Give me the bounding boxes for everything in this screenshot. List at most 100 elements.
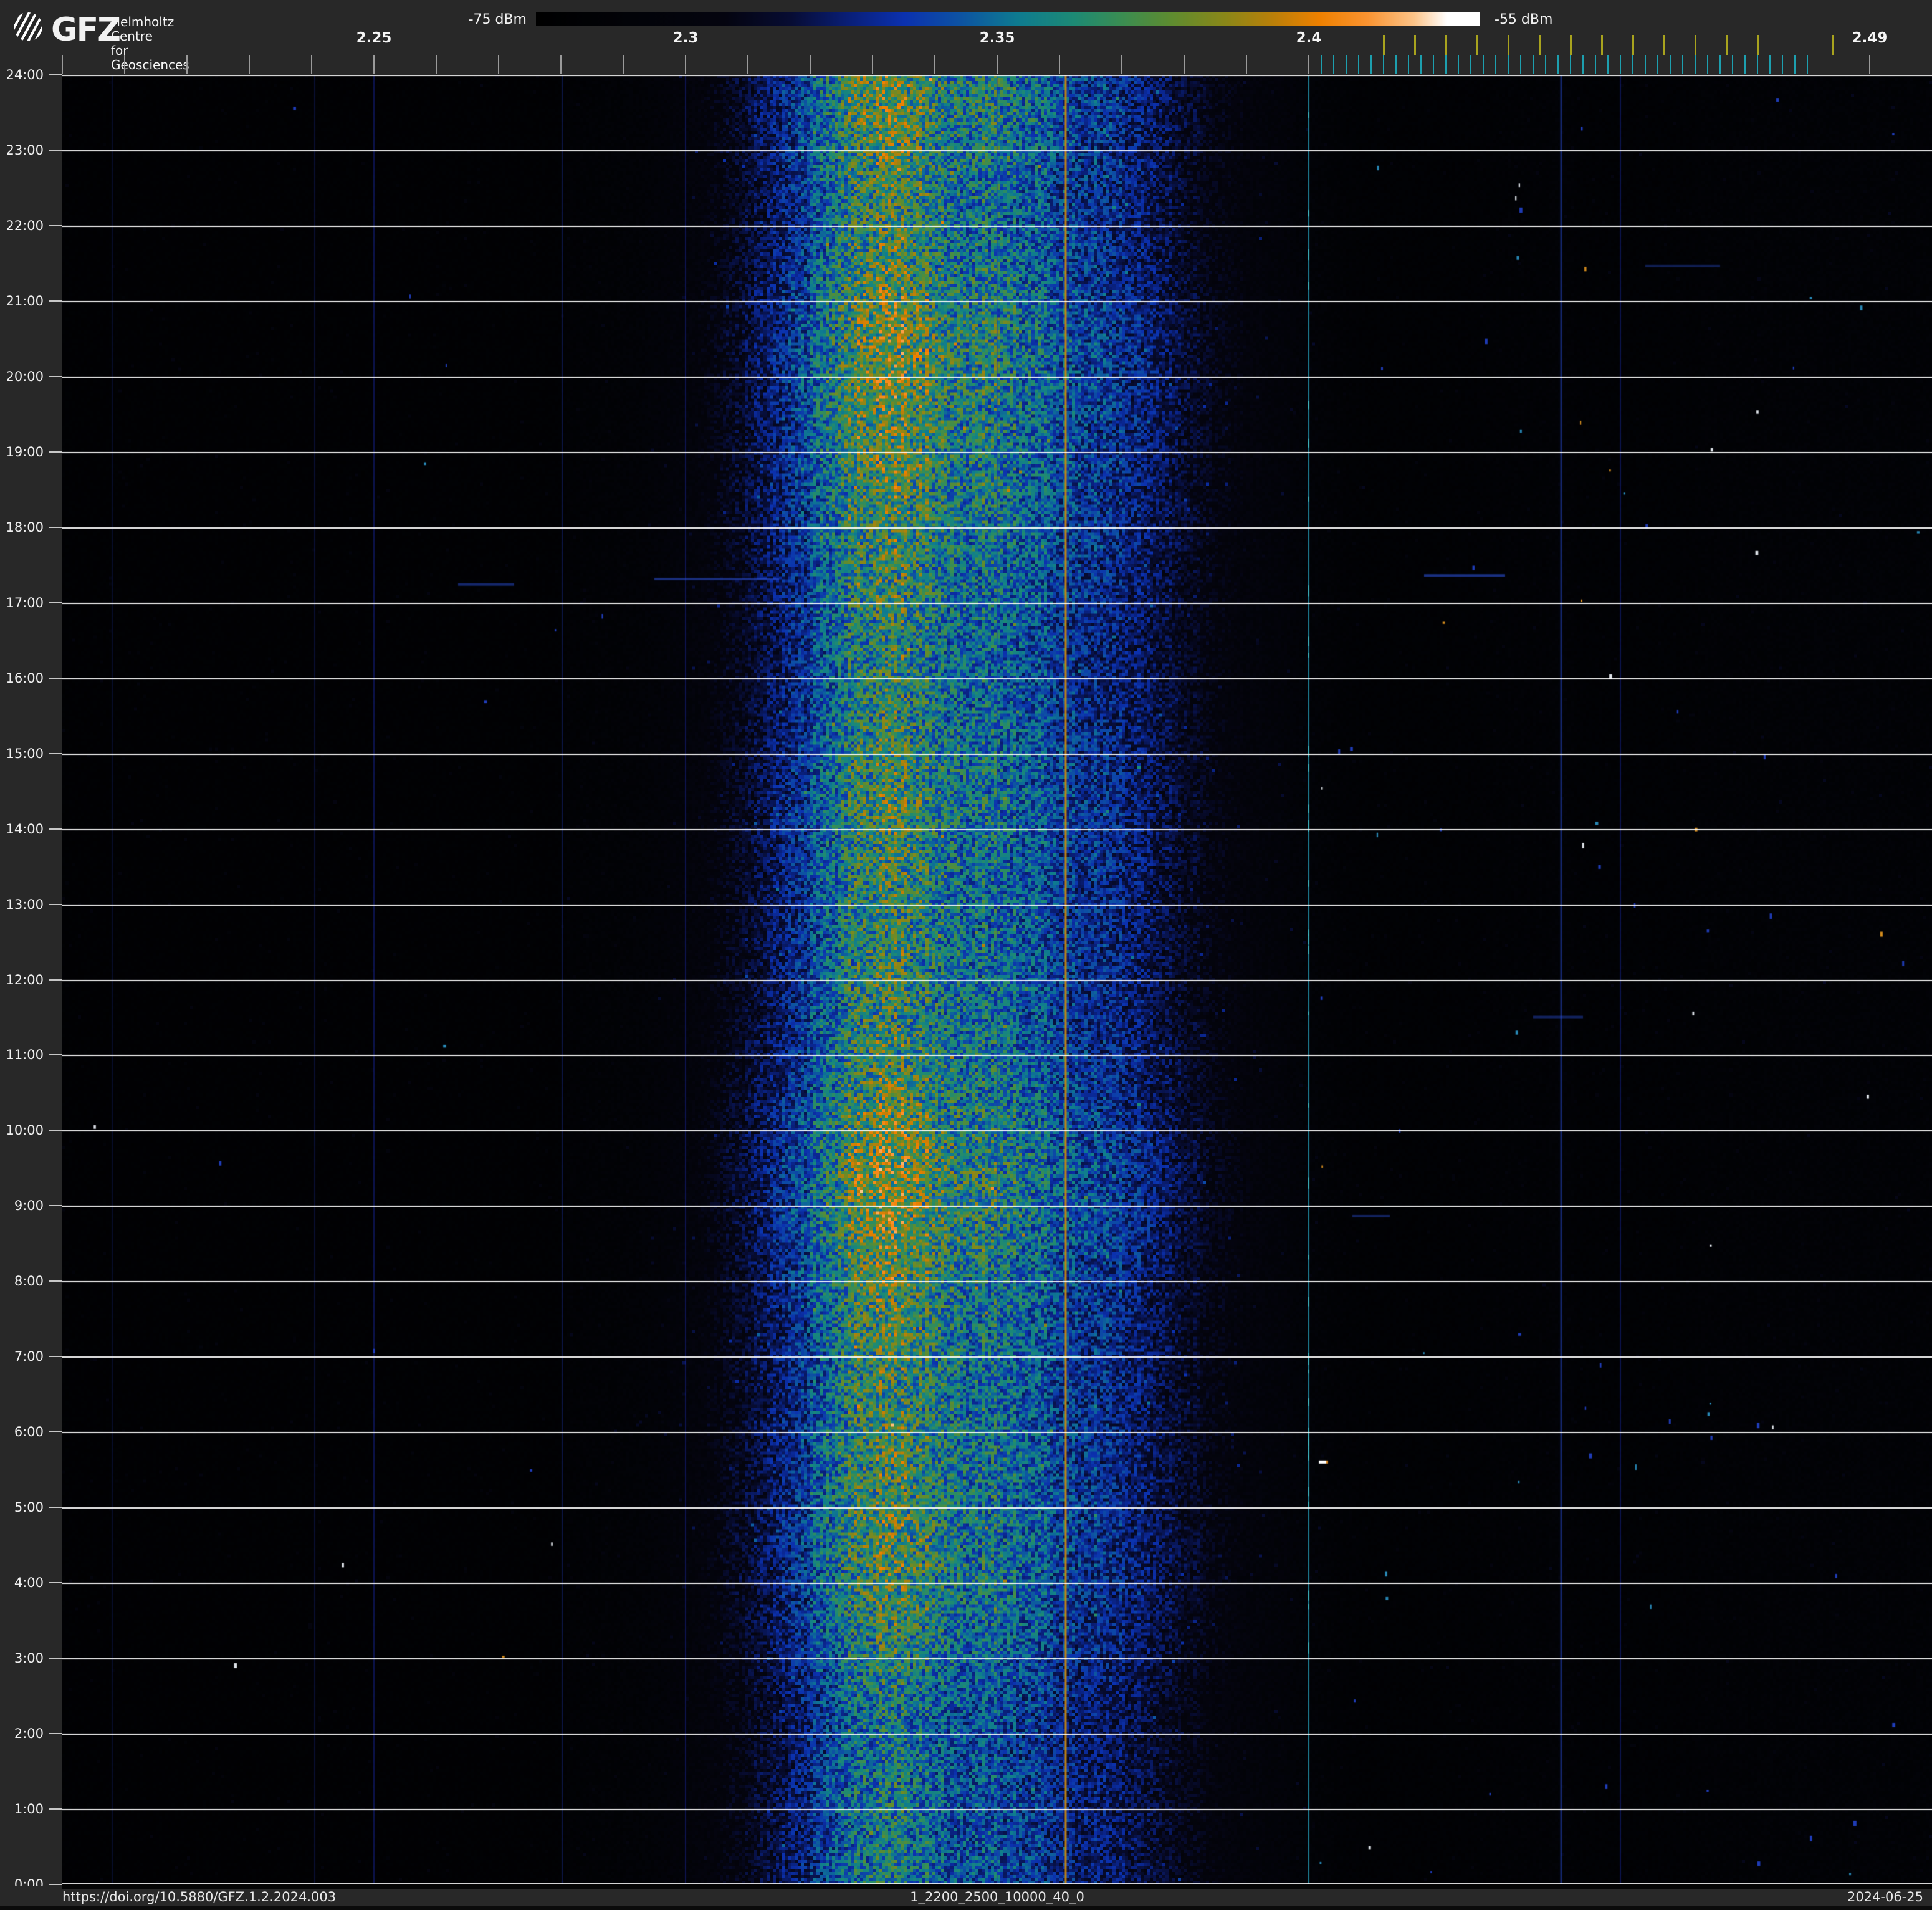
- ble-channel-tick: [1595, 55, 1596, 74]
- ble-channel-tick: [1333, 55, 1334, 74]
- freq-minor-tick: [1184, 55, 1185, 74]
- plot-area: [62, 75, 1932, 1884]
- ble-channel-tick: [1695, 55, 1696, 74]
- ble-channel-tick: [1707, 55, 1708, 74]
- time-label: 10:00: [6, 1123, 44, 1138]
- time-tick: [49, 526, 62, 528]
- freq-minor-tick: [1246, 55, 1247, 74]
- time-label: 6:00: [14, 1424, 44, 1440]
- freq-minor-tick: [1059, 55, 1060, 74]
- freq-minor-tick: [685, 55, 686, 74]
- ble-channel-tick: [1445, 55, 1447, 74]
- time-label: 9:00: [14, 1198, 44, 1214]
- freq-minor-tick: [934, 55, 935, 74]
- freq-minor-tick: [1869, 55, 1870, 74]
- ble-channel-tick: [1620, 55, 1621, 74]
- freq-minor-tick: [124, 55, 125, 74]
- time-label: 8:00: [14, 1274, 44, 1289]
- wifi-channel-tick: [1757, 35, 1759, 55]
- freq-minor-tick: [498, 55, 499, 74]
- wifi-channel-tick: [1383, 35, 1385, 55]
- time-label: 1:00: [14, 1802, 44, 1817]
- ble-channel-tick: [1794, 55, 1796, 74]
- wifi-channel-tick: [1570, 35, 1572, 55]
- gfz-tagline-line2: for Geosciences: [111, 43, 189, 72]
- freq-minor-tick: [872, 55, 873, 74]
- ble-channel-tick: [1433, 55, 1434, 74]
- freq-minor-tick: [1308, 55, 1309, 74]
- time-label: 11:00: [6, 1047, 44, 1063]
- time-label: 2:00: [14, 1726, 44, 1742]
- time-label: 18:00: [6, 519, 44, 535]
- freq-minor-tick: [311, 55, 312, 74]
- ble-channel-tick: [1645, 55, 1646, 74]
- ble-channel-tick: [1557, 55, 1559, 74]
- ble-channel-tick: [1420, 55, 1422, 74]
- time-label: 3:00: [14, 1651, 44, 1666]
- time-tick: [49, 375, 62, 377]
- ble-channel-tick: [1495, 55, 1496, 74]
- time-label: 14:00: [6, 821, 44, 837]
- ble-channel-tick: [1607, 55, 1609, 74]
- freq-tick-label: 2.25: [356, 30, 392, 46]
- freq-minor-tick: [373, 55, 375, 74]
- time-tick: [49, 1658, 62, 1659]
- wifi-channel-tick: [1476, 35, 1478, 55]
- freq-minor-tick: [997, 55, 998, 74]
- ble-channel-tick: [1520, 55, 1521, 74]
- ble-channel-tick: [1757, 55, 1758, 74]
- ble-channel-tick: [1582, 55, 1584, 74]
- time-label: 23:00: [6, 142, 44, 158]
- time-label: 22:00: [6, 218, 44, 233]
- time-label: 7:00: [14, 1349, 44, 1365]
- freq-minor-tick: [810, 55, 811, 74]
- time-tick: [49, 979, 62, 981]
- freq-tick-label: 2.3: [672, 30, 699, 46]
- time-tick: [49, 1884, 62, 1885]
- freq-tick-label: 2.49: [1852, 30, 1888, 46]
- ble-channel-tick: [1321, 55, 1322, 74]
- time-label: 15:00: [6, 746, 44, 761]
- footer-gap: [62, 1884, 1932, 1889]
- dataset-label: 1_2200_2500_10000_40_0: [910, 1889, 1084, 1904]
- time-label: 20:00: [6, 368, 44, 384]
- time-tick: [49, 1431, 62, 1433]
- ble-channel-tick: [1346, 55, 1347, 74]
- wifi-channel-tick: [1508, 35, 1509, 55]
- gridline-overlay-canvas: [62, 75, 1932, 1884]
- ble-channel-tick: [1383, 55, 1384, 74]
- freq-minor-tick: [560, 55, 562, 74]
- freq-minor-tick: [1121, 55, 1122, 74]
- ble-channel-tick: [1782, 55, 1783, 74]
- colorbar-max-label: -55 dBm: [1494, 12, 1553, 27]
- freq-minor-tick: [186, 55, 188, 74]
- time-tick: [49, 1733, 62, 1735]
- ble-channel-tick: [1632, 55, 1633, 74]
- time-label: 24:00: [6, 67, 44, 82]
- footer-bottom-strip: [0, 1906, 1932, 1910]
- colorbar-min-label: -75 dBm: [468, 12, 527, 27]
- ble-channel-tick: [1657, 55, 1658, 74]
- wifi-channel-tick: [1632, 35, 1634, 55]
- ble-channel-tick: [1483, 55, 1484, 74]
- spectrum-monitor-plot: GFZ Helmholtz Centre for Geosciences -75…: [0, 0, 1932, 1910]
- ble-channel-tick: [1358, 55, 1359, 74]
- time-label: 13:00: [6, 896, 44, 912]
- freq-minor-tick: [436, 55, 437, 74]
- wifi-channel-tick: [1414, 35, 1416, 55]
- ble-channel-tick: [1458, 55, 1459, 74]
- ble-channel-tick: [1807, 55, 1808, 74]
- time-tick: [49, 451, 62, 453]
- time-tick: [49, 1280, 62, 1282]
- wifi-channel-tick: [1445, 35, 1447, 55]
- time-tick: [49, 752, 62, 754]
- time-tick: [49, 1356, 62, 1358]
- time-tick: [49, 149, 62, 151]
- ble-channel-tick: [1570, 55, 1571, 74]
- time-label: 19:00: [6, 444, 44, 459]
- time-tick: [49, 1130, 62, 1131]
- wifi-channel-tick: [1726, 35, 1728, 55]
- wifi-channel-tick: [1832, 35, 1834, 55]
- time-tick: [49, 300, 62, 302]
- ble-channel-tick: [1744, 55, 1746, 74]
